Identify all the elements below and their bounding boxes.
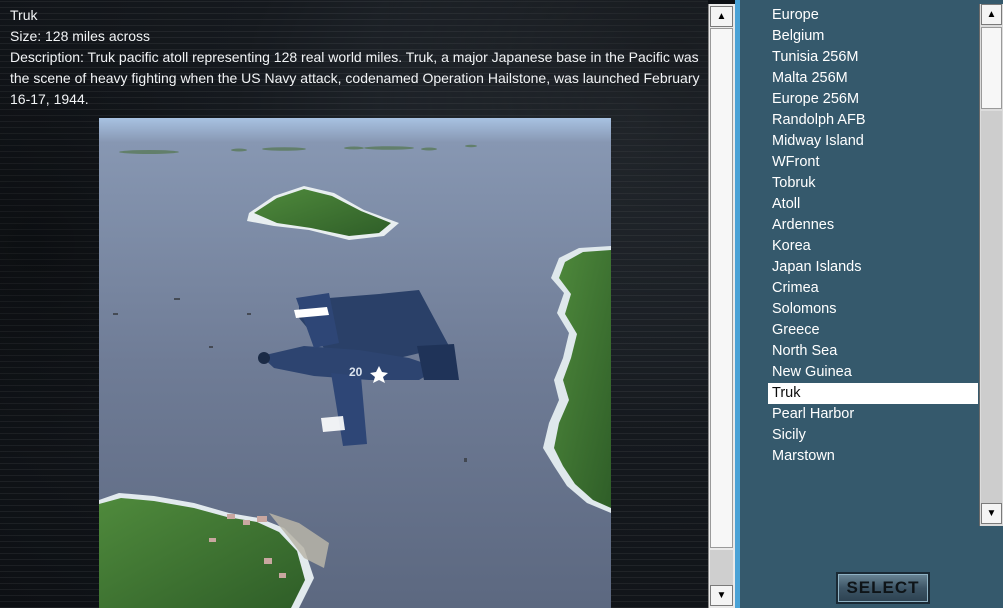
select-button[interactable]: SELECT bbox=[836, 572, 930, 604]
map-list-item-selected[interactable]: Truk bbox=[768, 383, 978, 404]
up-arrow-icon: ▲ bbox=[986, 8, 997, 20]
description-scrollbar[interactable]: ▲ ▼ bbox=[708, 4, 736, 608]
map-list-item[interactable]: Tunisia 256M bbox=[768, 47, 978, 68]
map-list-item[interactable]: Belgium bbox=[768, 26, 978, 47]
map-description-panel: Truk Size: 128 miles across Description:… bbox=[0, 0, 708, 608]
scroll-down-button[interactable]: ▼ bbox=[710, 585, 733, 606]
list-scroll-down-button[interactable]: ▼ bbox=[981, 503, 1002, 524]
map-description-text: Description: Truk pacific atoll represen… bbox=[10, 49, 700, 107]
map-list-item[interactable]: Europe 256M bbox=[768, 89, 978, 110]
map-list-scrollbar[interactable]: ▲ ▼ bbox=[979, 4, 1003, 526]
map-list-item[interactable]: Solomons bbox=[768, 299, 978, 320]
down-arrow-icon: ▼ bbox=[716, 589, 727, 601]
aircraft-number-label: 20 bbox=[349, 365, 363, 379]
map-list-panel: Europe Belgium Tunisia 256M Malta 256M E… bbox=[740, 0, 1003, 608]
map-list-item[interactable]: Ardennes bbox=[768, 215, 978, 236]
map-list-item[interactable]: Korea bbox=[768, 236, 978, 257]
list-scroll-thumb[interactable] bbox=[981, 27, 1002, 109]
map-list-item[interactable]: Sicily bbox=[768, 425, 978, 446]
map-list-item[interactable]: Crimea bbox=[768, 278, 978, 299]
map-list-item[interactable]: Midway Island bbox=[768, 131, 978, 152]
scroll-track[interactable] bbox=[710, 550, 733, 585]
map-list-item[interactable]: Pearl Harbor bbox=[768, 404, 978, 425]
map-list-item[interactable]: Malta 256M bbox=[768, 68, 978, 89]
map-list-item[interactable]: Marstown bbox=[768, 446, 978, 467]
map-list-item[interactable]: Randolph AFB bbox=[768, 110, 978, 131]
map-list: Europe Belgium Tunisia 256M Malta 256M E… bbox=[768, 5, 978, 467]
map-list-item[interactable]: Tobruk bbox=[768, 173, 978, 194]
map-list-item[interactable]: Europe bbox=[768, 5, 978, 26]
map-list-item[interactable]: Japan Islands bbox=[768, 257, 978, 278]
map-list-item[interactable]: New Guinea bbox=[768, 362, 978, 383]
list-scroll-track[interactable] bbox=[981, 111, 1002, 503]
map-list-item[interactable]: North Sea bbox=[768, 341, 978, 362]
map-preview-image: 20 bbox=[99, 118, 611, 608]
map-title: Truk bbox=[10, 7, 38, 23]
map-list-item[interactable]: Atoll bbox=[768, 194, 978, 215]
up-arrow-icon: ▲ bbox=[716, 10, 727, 22]
scroll-thumb[interactable] bbox=[710, 28, 733, 548]
map-preview-scene: 20 bbox=[99, 118, 611, 608]
map-list-item[interactable]: Greece bbox=[768, 320, 978, 341]
map-list-item[interactable]: WFront bbox=[768, 152, 978, 173]
scroll-up-button[interactable]: ▲ bbox=[710, 6, 733, 27]
map-size-text: Size: 128 miles across bbox=[10, 28, 151, 44]
list-scroll-up-button[interactable]: ▲ bbox=[981, 4, 1002, 25]
down-arrow-icon: ▼ bbox=[986, 507, 997, 519]
